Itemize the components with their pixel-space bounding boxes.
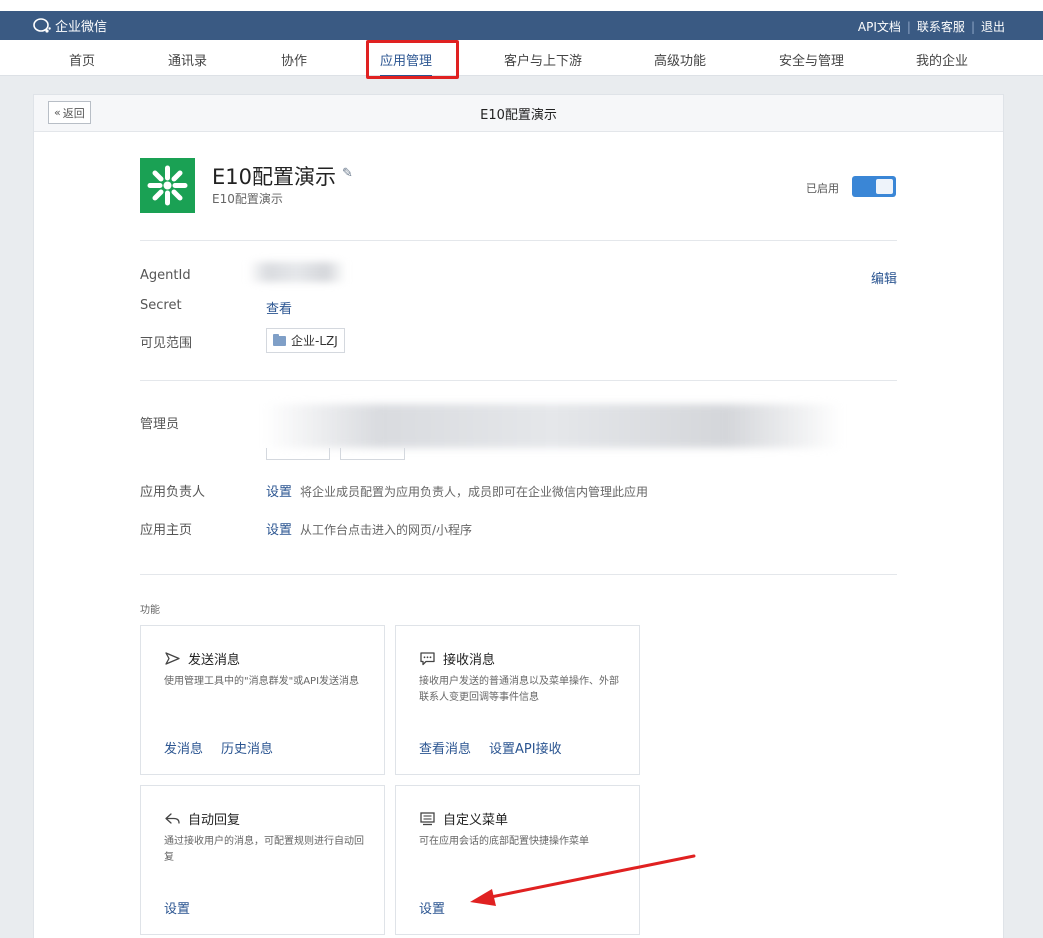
admin-chip[interactable]	[340, 448, 405, 460]
set-api-receive-link[interactable]: 设置API接收	[489, 738, 562, 757]
link-separator: |	[906, 19, 911, 34]
custom-menu-settings-link[interactable]: 设置	[419, 898, 445, 917]
highlight-annotation	[366, 40, 459, 79]
folder-icon	[273, 333, 286, 346]
card-title-text: 自定义菜单	[443, 813, 509, 828]
feature-card-custom-menu: 自定义菜单 可在应用会话的底部配置快捷操作菜单 设置	[395, 785, 640, 935]
view-secret-link[interactable]: 查看	[266, 298, 292, 317]
logout-link[interactable]: 退出	[981, 18, 1005, 35]
card-links: 查看消息 设置API接收	[419, 738, 562, 757]
nav-my-enterprise[interactable]: 我的企业	[916, 50, 968, 69]
card-title: 接收消息	[419, 649, 495, 668]
card-title: 自动回复	[164, 809, 240, 828]
status-label: 已启用	[806, 182, 839, 195]
edit-pencil-icon[interactable]: ✎	[342, 166, 353, 181]
app-logo	[140, 158, 195, 213]
card-description: 通过接收用户的消息，可配置规则进行自动回复	[164, 836, 364, 863]
scope-value: 企业-LZJ	[291, 334, 338, 348]
send-message-link[interactable]: 发消息	[164, 738, 203, 757]
card-title: 发送消息	[164, 649, 240, 668]
app-detail-panel: « 返回 E10配置演示 E10配置演示 ✎ E10配置演示 已启用 Agent…	[33, 94, 1004, 938]
enable-toggle[interactable]	[852, 176, 896, 197]
api-docs-link[interactable]: API文档	[858, 18, 901, 35]
agentid-value-redacted	[248, 262, 346, 282]
contact-support-link[interactable]: 联系客服	[917, 18, 965, 35]
app-logo-icon	[147, 165, 188, 206]
nav-customers[interactable]: 客户与上下游	[504, 50, 582, 69]
send-icon	[165, 652, 180, 665]
menu-icon	[420, 812, 435, 826]
owner-label: 应用负责人	[140, 485, 206, 500]
chat-bubble-icon	[420, 652, 435, 666]
card-description: 可在应用会话的底部配置快捷操作菜单	[419, 836, 589, 847]
admin-list-redacted	[264, 404, 842, 448]
message-history-link[interactable]: 历史消息	[221, 738, 273, 757]
owner-description: 将企业成员配置为应用负责人，成员即可在企业微信内管理此应用	[300, 485, 649, 499]
card-description: 接收用户发送的普通消息以及菜单操作、外部联系人变更回调等事件信息	[419, 676, 619, 703]
nav-security[interactable]: 安全与管理	[779, 50, 844, 69]
main-nav: 首页 通讯录 协作 应用管理 客户与上下游 高级功能 安全与管理 我的企业	[0, 40, 1043, 77]
link-separator: |	[970, 19, 975, 34]
card-title-text: 接收消息	[443, 653, 496, 668]
view-messages-link[interactable]: 查看消息	[419, 738, 471, 757]
nav-collaboration[interactable]: 协作	[281, 50, 307, 69]
admin-chip[interactable]	[266, 448, 330, 460]
edit-link[interactable]: 编辑	[871, 268, 897, 287]
scope-tag[interactable]: 企业-LZJ	[266, 328, 345, 353]
scope-label: 可见范围	[140, 336, 193, 351]
card-links: 设置	[419, 898, 445, 917]
brand-name: 企业微信	[55, 20, 108, 35]
top-strip	[0, 0, 1043, 11]
toggle-knob	[876, 179, 893, 194]
top-links: API文档 | 联系客服 | 退出	[858, 18, 1005, 35]
card-links: 设置	[164, 898, 190, 917]
feature-card-send-message: 发送消息 使用管理工具中的"消息群发"或API发送消息 发消息 历史消息	[140, 625, 385, 775]
app-name: E10配置演示	[212, 165, 336, 189]
card-title-text: 发送消息	[188, 653, 241, 668]
app-subtitle: E10配置演示	[212, 192, 283, 206]
nav-home[interactable]: 首页	[69, 50, 95, 69]
feature-card-auto-reply: 自动回复 通过接收用户的消息，可配置规则进行自动回复 设置	[140, 785, 385, 935]
nav-advanced[interactable]: 高级功能	[654, 50, 706, 69]
homepage-description: 从工作台点击进入的网页/小程序	[300, 523, 473, 537]
nav-contacts[interactable]: 通讯录	[168, 50, 207, 69]
agentid-label: AgentId	[140, 268, 191, 283]
top-bar: 企业微信 API文档 | 联系客服 | 退出	[0, 11, 1043, 40]
secret-label: Secret	[140, 298, 182, 313]
card-title-text: 自动回复	[188, 813, 241, 828]
divider	[140, 240, 897, 241]
divider	[140, 380, 897, 381]
auto-reply-settings-link[interactable]: 设置	[164, 898, 190, 917]
card-title: 自定义菜单	[419, 809, 508, 828]
card-description: 使用管理工具中的"消息群发"或API发送消息	[164, 676, 360, 687]
card-links: 发消息 历史消息	[164, 738, 273, 757]
wecom-logo-icon	[33, 17, 51, 33]
reply-icon	[165, 813, 180, 824]
homepage-label: 应用主页	[140, 523, 193, 538]
features-section-label: 功能	[140, 605, 160, 616]
panel-title: E10配置演示	[480, 108, 557, 123]
divider	[140, 574, 897, 575]
homepage-set-link[interactable]: 设置	[266, 519, 292, 538]
admin-label: 管理员	[140, 417, 180, 432]
feature-card-receive-message: 接收消息 接收用户发送的普通消息以及菜单操作、外部联系人变更回调等事件信息 查看…	[395, 625, 640, 775]
owner-set-link[interactable]: 设置	[266, 481, 292, 500]
brand[interactable]: 企业微信	[32, 16, 107, 35]
panel-header: « 返回 E10配置演示	[34, 95, 1003, 132]
